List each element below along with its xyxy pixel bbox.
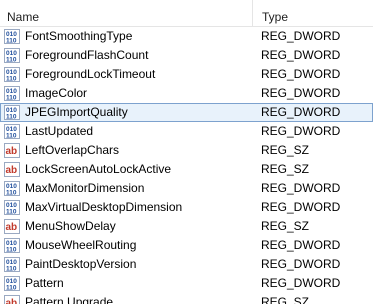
binary-value-icon: 010 110 [4, 257, 20, 272]
value-name: JPEGImportQuality [25, 105, 128, 119]
binary-value-icon: 010 110 [4, 238, 20, 253]
value-name: FontSmoothingType [25, 29, 133, 43]
value-type: REG_DWORD [261, 276, 341, 290]
value-name-cell: 010 110 MaxMonitorDimension [4, 179, 254, 198]
value-name: Pattern Upgrade [25, 295, 114, 304]
column-header-type[interactable]: Type [254, 0, 373, 26]
value-type: REG_SZ [261, 295, 310, 304]
value-name-cell: ab Pattern Upgrade [4, 293, 254, 304]
value-name: PaintDesktopVersion [25, 257, 137, 271]
value-name: LastUpdated [25, 124, 94, 138]
value-type: REG_DWORD [261, 200, 341, 214]
svg-text:110: 110 [6, 133, 17, 140]
table-row[interactable]: 010 110 FontSmoothingType REG_DWORD [0, 27, 373, 46]
value-name: Pattern [25, 276, 64, 290]
binary-value-icon: 010 110 [4, 86, 20, 101]
value-name-cell: 010 110 Pattern [4, 274, 254, 293]
value-name: ForegroundLockTimeout [25, 67, 156, 81]
value-name: MaxMonitorDimension [25, 181, 145, 195]
value-type: REG_DWORD [261, 124, 341, 138]
binary-value-icon: 010 110 [4, 276, 20, 291]
value-name: ForegroundFlashCount [25, 48, 149, 62]
table-row[interactable]: 010 110 ForegroundLockTimeout REG_DWORD [0, 65, 373, 84]
svg-text:ab: ab [6, 222, 18, 233]
svg-text:110: 110 [6, 209, 17, 216]
value-name-cell: 010 110 ImageColor [4, 84, 254, 103]
value-name: LockScreenAutoLockActive [25, 162, 172, 176]
registry-values-list[interactable]: Name Type 010 110 FontSmoothingType REG_DWO… [0, 0, 373, 304]
table-row[interactable]: 010 110 Pattern REG_DWORD [0, 274, 373, 293]
string-value-icon: ab [4, 219, 20, 234]
svg-text:110: 110 [6, 247, 17, 254]
svg-text:110: 110 [6, 38, 17, 45]
binary-value-icon: 010 110 [4, 48, 20, 63]
value-type: REG_DWORD [261, 181, 341, 195]
value-type: REG_SZ [261, 219, 310, 233]
value-name-cell: 010 110 ForegroundFlashCount [4, 46, 254, 65]
value-name-cell: 010 110 FontSmoothingType [4, 27, 254, 46]
table-row[interactable]: 010 110 MaxVirtualDesktopDimension REG_DWOR… [0, 198, 373, 217]
value-name: MouseWheelRouting [25, 238, 137, 252]
table-row[interactable]: 010 110 MouseWheelRouting REG_DWORD [0, 236, 373, 255]
value-name: MenuShowDelay [25, 219, 116, 233]
value-type: REG_DWORD [261, 86, 341, 100]
value-type: REG_SZ [261, 162, 310, 176]
table-row[interactable]: ab LockScreenAutoLockActive REG_SZ [0, 160, 373, 179]
list-rows: 010 110 FontSmoothingType REG_DWORD 010 110 Fo… [0, 27, 373, 304]
table-row[interactable]: 010 110 ImageColor REG_DWORD [0, 84, 373, 103]
value-type: REG_DWORD [261, 48, 341, 62]
value-name-cell: ab LeftOverlapChars [4, 141, 254, 160]
table-row[interactable]: ab MenuShowDelay REG_SZ [0, 217, 373, 236]
svg-text:110: 110 [6, 190, 17, 197]
value-type: REG_SZ [261, 143, 310, 157]
value-name-cell: 010 110 MouseWheelRouting [4, 236, 254, 255]
value-name: ImageColor [25, 86, 88, 100]
value-type: REG_DWORD [261, 29, 341, 43]
table-row[interactable]: 010 110 MaxMonitorDimension REG_DWORD [0, 179, 373, 198]
table-row[interactable]: ab LeftOverlapChars REG_SZ [0, 141, 373, 160]
value-type: REG_DWORD [261, 105, 341, 119]
value-name-cell: 010 110 PaintDesktopVersion [4, 255, 254, 274]
svg-text:110: 110 [6, 76, 17, 83]
table-row[interactable]: ab Pattern Upgrade REG_SZ [0, 293, 373, 304]
svg-text:110: 110 [6, 114, 17, 121]
binary-value-icon: 010 110 [4, 181, 20, 196]
svg-text:ab: ab [6, 298, 18, 304]
binary-value-icon: 010 110 [4, 124, 20, 139]
string-value-icon: ab [4, 162, 20, 177]
value-name-cell: 010 110 LastUpdated [4, 122, 254, 141]
binary-value-icon: 010 110 [4, 29, 20, 44]
value-name: MaxVirtualDesktopDimension [25, 200, 183, 214]
table-row[interactable]: 010 110 JPEGImportQuality REG_DWORD [0, 103, 373, 122]
binary-value-icon: 010 110 [4, 105, 20, 120]
value-name: LeftOverlapChars [25, 143, 120, 157]
svg-text:110: 110 [6, 95, 17, 102]
binary-value-icon: 010 110 [4, 67, 20, 82]
string-value-icon: ab [4, 143, 20, 158]
value-name-cell: ab LockScreenAutoLockActive [4, 160, 254, 179]
value-name-cell: 010 110 JPEGImportQuality [4, 103, 254, 122]
value-name-cell: 010 110 ForegroundLockTimeout [4, 65, 254, 84]
value-type: REG_DWORD [261, 67, 341, 81]
svg-text:110: 110 [6, 266, 17, 273]
svg-text:110: 110 [6, 57, 17, 64]
value-type: REG_DWORD [261, 257, 341, 271]
svg-text:110: 110 [6, 285, 17, 292]
column-header-name[interactable]: Name [0, 0, 253, 26]
svg-text:ab: ab [6, 146, 18, 157]
string-value-icon: ab [4, 295, 20, 304]
list-header: Name Type [0, 0, 373, 27]
table-row[interactable]: 010 110 PaintDesktopVersion REG_DWORD [0, 255, 373, 274]
binary-value-icon: 010 110 [4, 200, 20, 215]
value-type: REG_DWORD [261, 238, 341, 252]
svg-text:ab: ab [6, 165, 18, 176]
table-row[interactable]: 010 110 ForegroundFlashCount REG_DWORD [0, 46, 373, 65]
value-name-cell: ab MenuShowDelay [4, 217, 254, 236]
value-name-cell: 010 110 MaxVirtualDesktopDimension [4, 198, 254, 217]
table-row[interactable]: 010 110 LastUpdated REG_DWORD [0, 122, 373, 141]
